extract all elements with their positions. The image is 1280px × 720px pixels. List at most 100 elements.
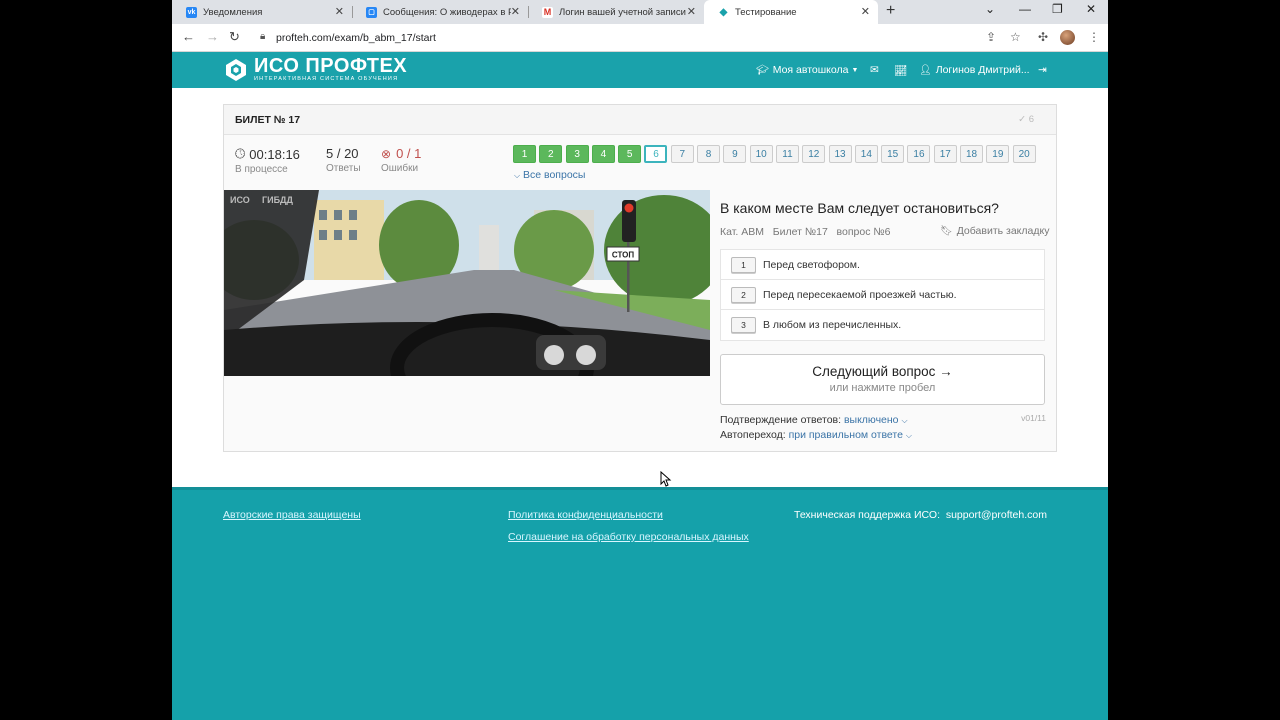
- close-icon[interactable]: ✕: [861, 5, 870, 18]
- meta-category: Кат. ABM: [720, 226, 764, 238]
- question-button-9[interactable]: 9: [723, 145, 747, 163]
- extensions-icon[interactable]: ✣: [1038, 30, 1048, 44]
- all-questions-label: Все вопросы: [523, 169, 586, 181]
- photo-watermark-gibdd: ГИБДД: [262, 195, 293, 205]
- exam-card: БИЛЕТ № 17 ✓ 6 🕓︎ 00:18:16 В процессе 5 /…: [223, 104, 1057, 452]
- chevron-down-icon: ⌵: [901, 416, 908, 425]
- timer-stat: 🕓︎ 00:18:16 В процессе: [235, 146, 300, 175]
- screen: vk Уведомления ✕ ▢ Сообщения: О живодера…: [0, 0, 1280, 720]
- confirm-dropdown[interactable]: выключено ⌵: [844, 414, 908, 426]
- tab-bar: vk Уведомления ✕ ▢ Сообщения: О живодера…: [0, 0, 1280, 24]
- tab-testing[interactable]: ◆ Тестирование ✕: [704, 0, 878, 24]
- profile-avatar[interactable]: [1060, 30, 1075, 45]
- question-button-2[interactable]: 2: [539, 145, 563, 163]
- logo-subtitle: ИНТЕРАКТИВНАЯ СИСТЕМА ОБУЧЕНИЯ: [254, 76, 399, 82]
- question-navigator: 1 2 3 4 5 6 7 8 9 10 11 12 13 14 15 16 17 18 19 20: [513, 145, 1039, 163]
- question-button-6[interactable]: 6: [644, 145, 668, 163]
- bookmark-icon: 🔖︎: [940, 225, 953, 237]
- tab-search-icon[interactable]: ⌄: [985, 2, 995, 16]
- back-icon[interactable]: ←: [182, 29, 195, 44]
- all-questions-link[interactable]: ⌵ Все вопросы: [514, 169, 585, 181]
- question-button-14[interactable]: 14: [854, 145, 878, 163]
- question-button-13[interactable]: 13: [828, 145, 852, 163]
- answers-label: Ответы: [326, 163, 361, 174]
- school-menu-label: Моя автошкола: [772, 64, 849, 76]
- autogo-label: Автопереход:: [720, 429, 786, 441]
- minimize-button[interactable]: —: [1019, 2, 1031, 16]
- next-question-hint: или нажмите пробел: [829, 382, 936, 394]
- photo-watermark-iso: ИСО: [230, 195, 250, 205]
- question-button-4[interactable]: 4: [591, 145, 615, 163]
- tab-notifications[interactable]: vk Уведомления ✕: [172, 0, 352, 24]
- ticket-title: БИЛЕТ № 17: [235, 114, 301, 126]
- next-question-button[interactable]: Следующий вопрос → или нажмите пробел: [720, 354, 1045, 405]
- school-menu[interactable]: 🎓︎ Моя автошкола ▼: [756, 64, 858, 76]
- answer-option-2[interactable]: 2 Перед пересекаемой проезжей частью.: [721, 280, 1044, 310]
- question-button-10[interactable]: 10: [749, 145, 773, 163]
- errors-value: 0 / 1: [396, 146, 422, 161]
- stop-sign-label: СТОП: [612, 251, 634, 260]
- menu-icon[interactable]: ⋮: [1088, 30, 1100, 44]
- vk-messages-icon: ▢: [366, 6, 377, 18]
- answer-text: Перед пересекаемой проезжей частью.: [763, 288, 957, 301]
- autogo-dropdown[interactable]: при правильном ответе ⌵: [789, 429, 912, 441]
- close-window-button[interactable]: ✕: [1086, 2, 1096, 16]
- consent-link[interactable]: Соглашение на обработку персональных дан…: [508, 531, 749, 543]
- share-icon[interactable]: ⇪: [986, 30, 996, 44]
- question-button-20[interactable]: 20: [1012, 145, 1036, 163]
- answer-text: Перед светофором.: [763, 258, 860, 271]
- mail-icon[interactable]: ✉: [870, 64, 879, 76]
- new-tab-button[interactable]: +: [886, 2, 895, 20]
- question-button-12[interactable]: 12: [802, 145, 826, 163]
- answer-key: 2: [731, 286, 756, 303]
- site-header: ИСО ПРОФТЕХ ИНТЕРАКТИВНАЯ СИСТЕМА ОБУЧЕН…: [172, 52, 1108, 88]
- answer-list: 1 Перед светофором. 2 Перед пересекаемой…: [720, 249, 1045, 341]
- forward-icon[interactable]: →: [206, 29, 219, 44]
- stats-icon[interactable]: 📈︎: [894, 64, 907, 77]
- question-button-15[interactable]: 15: [881, 145, 905, 163]
- timer-label: В процессе: [235, 164, 288, 175]
- question-text: В каком месте Вам следует остановиться?: [720, 200, 999, 216]
- restore-button[interactable]: ❐: [1052, 2, 1063, 16]
- answer-key: 3: [731, 317, 756, 333]
- close-icon[interactable]: ✕: [687, 5, 696, 18]
- question-button-11[interactable]: 11: [775, 145, 799, 163]
- add-bookmark-button[interactable]: 🔖︎ Добавить закладку: [940, 225, 1049, 237]
- confirm-answers-setting: Подтверждение ответов: выключено ⌵: [720, 414, 908, 426]
- question-button-19[interactable]: 19: [986, 145, 1010, 163]
- question-button-17[interactable]: 17: [933, 145, 957, 163]
- question-button-16[interactable]: 16: [907, 145, 931, 163]
- site-logo[interactable]: ИСО ПРОФТЕХ ИНТЕРАКТИВНАЯ СИСТЕМА ОБУЧЕН…: [224, 56, 407, 83]
- question-button-18[interactable]: 18: [960, 145, 984, 163]
- answer-option-1[interactable]: 1 Перед светофором.: [721, 250, 1044, 280]
- bookmark-star-icon[interactable]: ☆: [1010, 30, 1021, 44]
- copyright-link[interactable]: Авторские права защищены: [223, 509, 361, 521]
- reload-icon[interactable]: ↻: [229, 29, 240, 45]
- close-icon[interactable]: ✕: [511, 5, 520, 18]
- logout-icon[interactable]: ⇥: [1038, 64, 1047, 76]
- question-meta: Кат. ABM Билет №17 вопрос №6: [720, 226, 890, 238]
- next-question-label: Следующий вопрос →: [812, 364, 953, 379]
- question-button-3[interactable]: 3: [565, 145, 589, 163]
- answer-option-3[interactable]: 3 В любом из перечисленных.: [721, 310, 1044, 340]
- errors-label: Ошибки: [381, 163, 419, 174]
- support-email[interactable]: support@profteh.com: [946, 509, 1047, 521]
- tab-messages[interactable]: ▢ Сообщения: О живодерах в Ро ✕: [352, 0, 528, 24]
- tab-gmail[interactable]: M Логин вашей учетной записи б ✕: [528, 0, 704, 24]
- lock-icon[interactable]: 🔒︎: [260, 31, 265, 42]
- privacy-link[interactable]: Политика конфиденциальности: [508, 509, 663, 521]
- site-footer: Авторские права защищены Политика конфид…: [172, 487, 1108, 720]
- gmail-icon: M: [542, 6, 553, 18]
- user-menu[interactable]: 👤︎ Логинов Дмитрий...: [919, 64, 1030, 76]
- close-icon[interactable]: ✕: [335, 5, 344, 18]
- question-button-5[interactable]: 5: [618, 145, 642, 163]
- url-field[interactable]: profteh.com/exam/b_abm_17/start: [276, 32, 436, 44]
- answers-value: 5 / 20: [326, 146, 359, 161]
- tab-label: Тестирование: [735, 6, 797, 18]
- confirm-value: выключено: [843, 414, 899, 426]
- graduation-cap-icon: 🎓︎: [756, 64, 769, 76]
- question-button-8[interactable]: 8: [697, 145, 721, 163]
- auto-advance-setting: Автопереход: при правильном ответе ⌵: [720, 429, 912, 441]
- question-button-7[interactable]: 7: [670, 145, 694, 163]
- question-button-1[interactable]: 1: [513, 145, 536, 163]
